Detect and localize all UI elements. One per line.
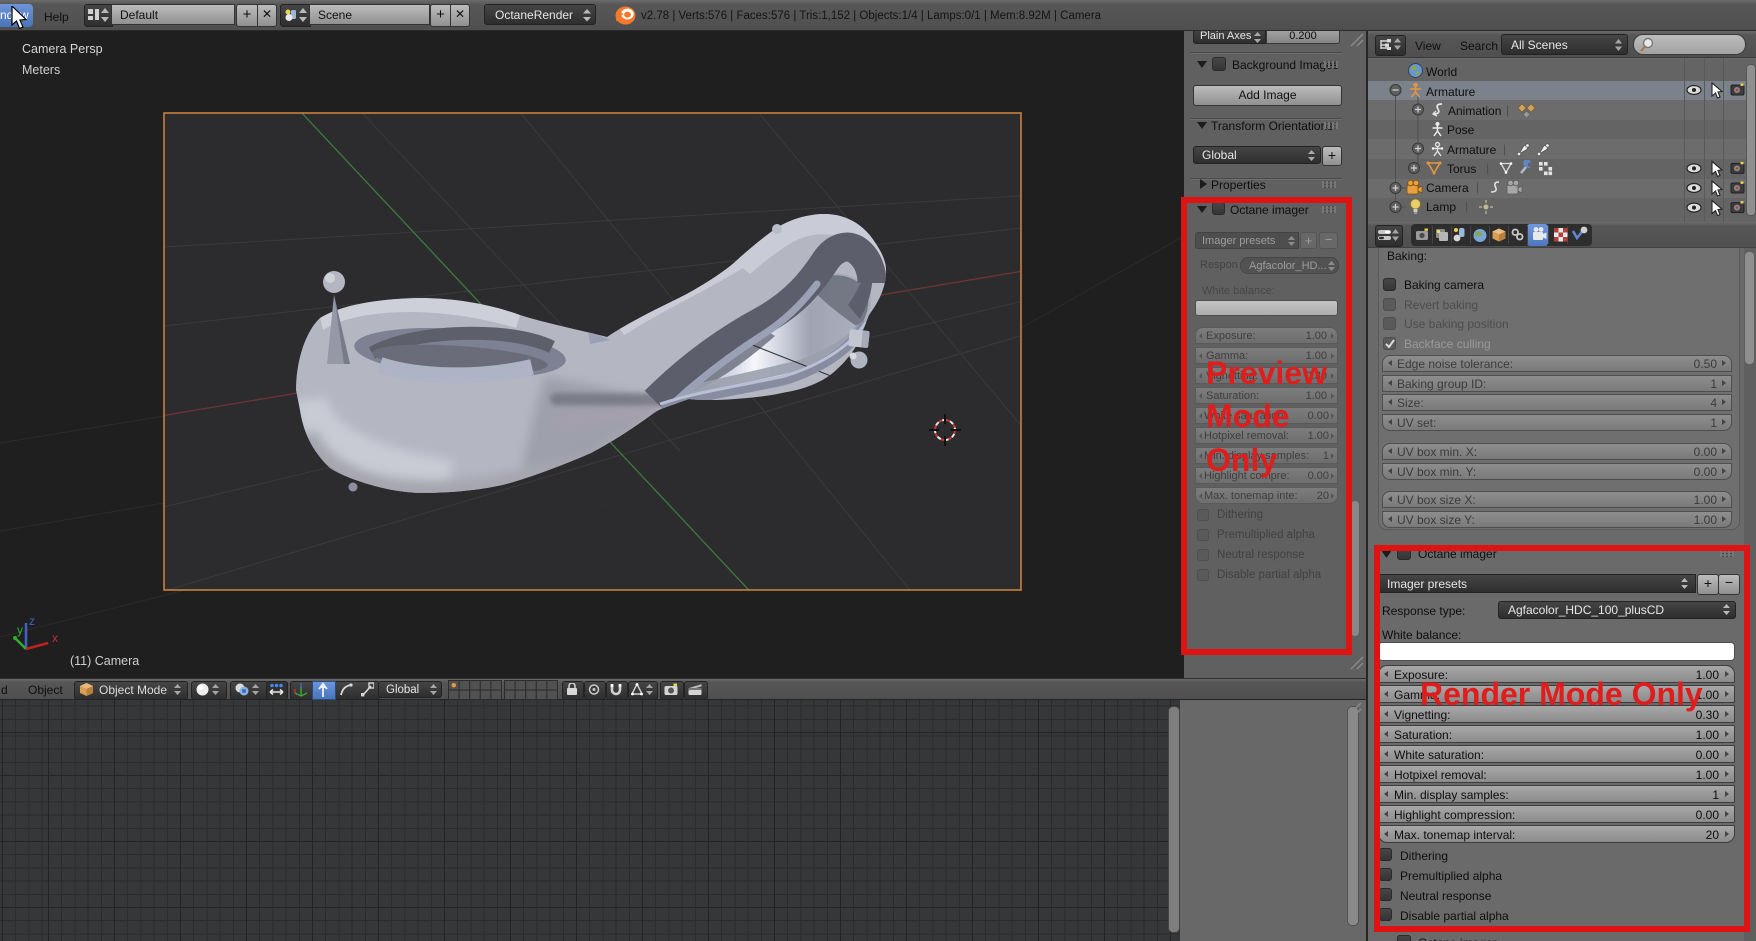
svg-text:x: x (52, 631, 58, 645)
svg-text:z: z (29, 614, 35, 628)
svg-text:Camera Persp: Camera Persp (22, 42, 103, 56)
svg-text:Meters: Meters (22, 63, 60, 77)
svg-text:y: y (17, 623, 23, 637)
svg-text:(11) Camera: (11) Camera (70, 654, 139, 668)
